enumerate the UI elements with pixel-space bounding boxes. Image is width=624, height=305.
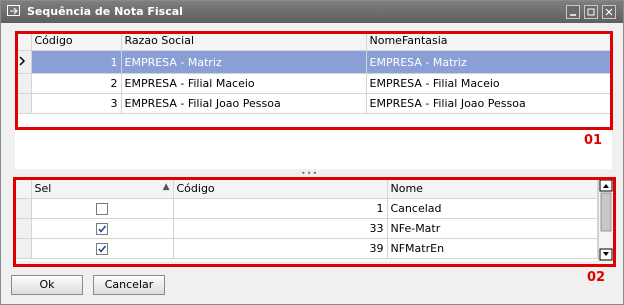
table-row[interactable]: 39 NFMatrEn [15,238,598,259]
column-header-nome-fantasia[interactable]: NomeFantasia [366,31,613,51]
column-header-sel[interactable]: Sel ▲ [31,179,174,199]
window-icon [7,5,21,17]
dialog-window: Sequência de Nota Fiscal Código Razao So… [0,0,624,305]
column-header-razao-social[interactable]: Razao Social [121,31,367,51]
cell-nome-fantasia[interactable]: EMPRESA - Matriz [366,50,613,74]
cell-codigo[interactable]: 39 [173,238,388,259]
maximize-button[interactable] [584,5,598,19]
cell-sel [31,238,174,259]
minimize-button[interactable] [566,5,580,19]
annotation-label-01: 01 [584,133,603,148]
cell-sel [31,218,174,239]
close-button[interactable] [602,5,616,19]
sel-checkbox[interactable] [96,243,108,255]
cell-nome[interactable]: NFMatrEn [387,238,598,259]
company-grid-panel: Código Razao Social NomeFantasia 1 EMPRE… [15,31,613,169]
sequence-grid-panel: Sel ▲ Código Nome 1 Cancelad 33 NFe-Matr… [15,179,612,261]
sel-checkbox[interactable] [96,203,108,215]
row-selector[interactable] [15,93,32,114]
row-selector[interactable] [15,238,32,259]
cell-codigo[interactable]: 1 [31,50,122,74]
title-bar: Sequência de Nota Fiscal [1,1,623,23]
cell-razao-social[interactable]: EMPRESA - Matriz [121,50,367,74]
table-row[interactable]: 1 Cancelad [15,198,598,219]
table-row[interactable]: 1 EMPRESA - Matriz EMPRESA - Matriz [15,50,613,74]
cell-codigo[interactable]: 2 [31,73,122,94]
row-header-corner [15,179,32,199]
cell-nome[interactable]: Cancelad [387,198,598,219]
row-selector[interactable] [15,218,32,239]
column-header-nome[interactable]: Nome [387,179,598,199]
window-title: Sequência de Nota Fiscal [27,5,183,18]
company-grid-header: Código Razao Social NomeFantasia [15,31,613,51]
checkmark-icon [98,245,107,253]
checkmark-icon [98,225,107,233]
current-row-arrow-icon [19,56,26,66]
cell-nome[interactable]: NFe-Matr [387,218,598,239]
table-row[interactable]: 2 EMPRESA - Filial Maceio EMPRESA - Fili… [15,73,613,94]
row-selector[interactable] [15,73,32,94]
sequence-grid-header: Sel ▲ Código Nome [15,179,598,199]
sequence-grid: Sel ▲ Código Nome 1 Cancelad 33 NFe-Matr… [15,179,598,259]
row-header-corner [15,31,32,51]
table-row[interactable]: 3 EMPRESA - Filial Joao Pessoa EMPRESA -… [15,93,613,114]
cell-codigo[interactable]: 3 [31,93,122,114]
row-selector[interactable] [15,50,32,74]
splitter-handle[interactable]: ••• [301,169,321,178]
cell-nome-fantasia[interactable]: EMPRESA - Filial Joao Pessoa [366,93,613,114]
column-header-codigo[interactable]: Código [173,179,388,199]
cell-nome-fantasia[interactable]: EMPRESA - Filial Maceio [366,73,613,94]
column-header-codigo[interactable]: Código [31,31,122,51]
cell-sel [31,198,174,219]
sort-ascending-icon: ▲ [162,182,170,192]
cell-razao-social[interactable]: EMPRESA - Filial Maceio [121,73,367,94]
cell-razao-social[interactable]: EMPRESA - Filial Joao Pessoa [121,93,367,114]
ok-button[interactable]: Ok [11,275,83,295]
company-grid: Código Razao Social NomeFantasia 1 EMPRE… [15,31,613,114]
annotation-label-02: 02 [587,270,606,285]
cell-codigo[interactable]: 33 [173,218,388,239]
cell-codigo[interactable]: 1 [173,198,388,219]
vertical-scrollbar[interactable] [598,179,614,261]
table-row[interactable]: 33 NFe-Matr [15,218,598,239]
row-selector[interactable] [15,198,32,219]
sel-checkbox[interactable] [96,223,108,235]
column-header-sel-label: Sel [34,182,52,195]
cancel-button[interactable]: Cancelar [93,275,165,295]
